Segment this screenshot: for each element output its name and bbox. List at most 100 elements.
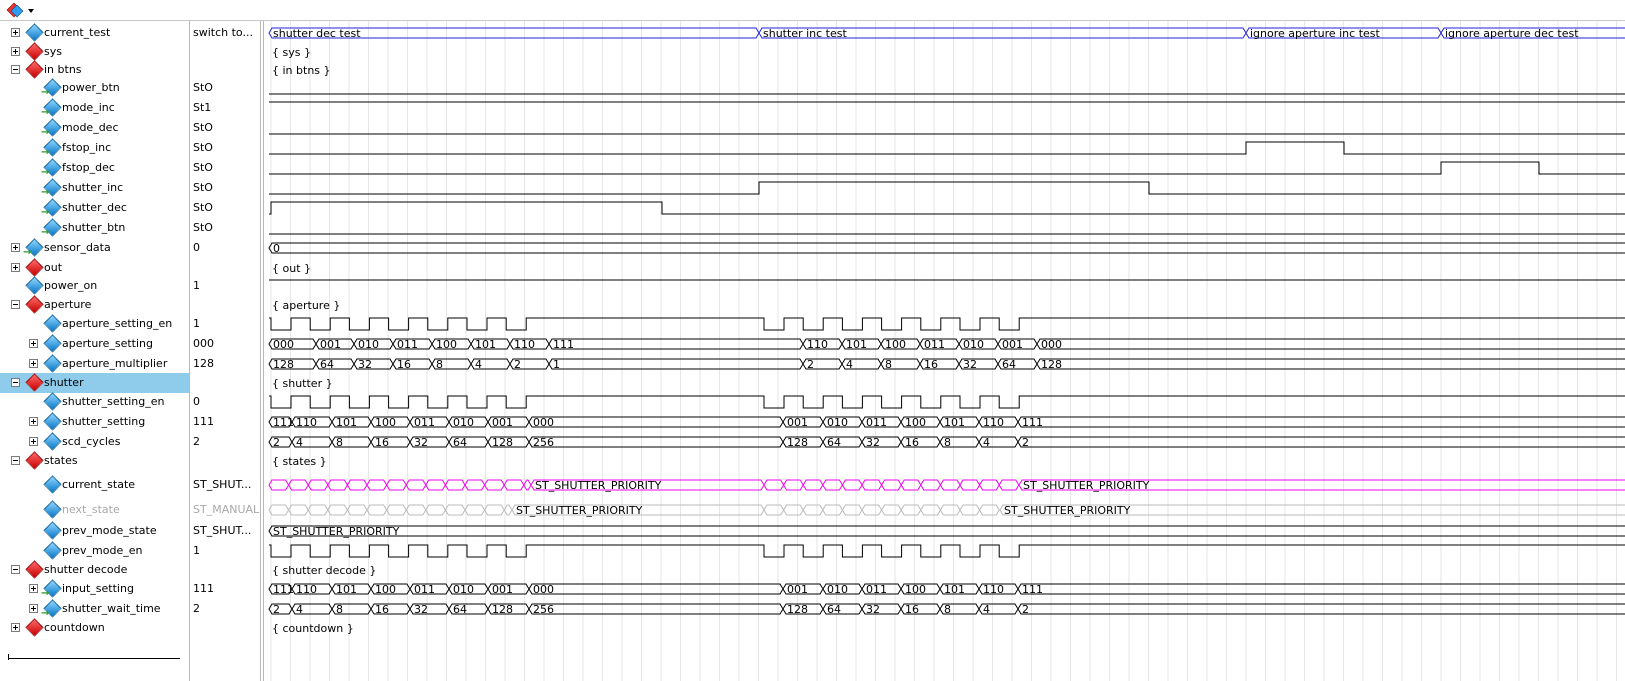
shutter-wait-time-bus-value: 16 <box>905 603 919 616</box>
current-state-bus-segment <box>484 479 505 491</box>
aperture-multiplier-bus-value: 2 <box>807 358 814 371</box>
shutter-wait-time-bus-value: 8 <box>944 603 951 616</box>
signal-row-in-btns[interactable]: in btns <box>0 60 189 80</box>
signal-row-scd-cycles[interactable]: scd_cycles <box>0 432 189 452</box>
signal-row-shutter[interactable]: shutter <box>0 373 189 393</box>
collapse-icon[interactable] <box>11 565 20 574</box>
waveform-pane[interactable]: { sys } { in btns } { out } { aperture } { s… <box>263 21 1625 681</box>
signal-row-shutter-wait-time[interactable]: → shutter_wait_time <box>0 599 189 619</box>
shutter-wait-time-bus-value: 4 <box>983 603 990 616</box>
signal-name: power_btn <box>62 81 120 94</box>
signal-row-next-state[interactable]: next_state <box>0 500 189 520</box>
signal-row-fstop-dec[interactable]: → fstop_dec <box>0 158 189 178</box>
aperture-setting-bus-value: 011 <box>924 338 945 351</box>
collapse-icon[interactable] <box>11 378 20 387</box>
signal-value: StO <box>193 181 213 194</box>
signal-name: shutter_inc <box>62 181 124 194</box>
shutter-setting-bus-value: 101 <box>944 416 965 429</box>
expand-icon[interactable] <box>11 263 20 272</box>
signal-row-aperture-multiplier[interactable]: aperture_multiplier <box>0 354 189 374</box>
signal-value-shutter-btn: StO <box>190 218 260 238</box>
expand-icon[interactable] <box>29 417 38 426</box>
expand-icon[interactable] <box>29 437 38 446</box>
signal-icon <box>43 541 62 560</box>
signal-row-sensor-data[interactable]: → sensor_data <box>0 238 189 258</box>
signal-row-aperture-setting[interactable]: aperture_setting <box>0 334 189 354</box>
expand-icon[interactable] <box>29 604 38 613</box>
current-state-bus-segment <box>822 479 843 491</box>
shutter-wait-time-bus-value: 2 <box>273 603 280 616</box>
shutter-setting-bus-value: 011 <box>866 416 887 429</box>
signal-row-power-on[interactable]: power_on <box>0 276 189 296</box>
signal-value: 1 <box>193 317 200 330</box>
scd-cycles-bus-value: 32 <box>414 436 428 449</box>
signal-row-shutter-decode[interactable]: shutter decode <box>0 560 189 580</box>
signal-row-shutter-btn[interactable]: → shutter_btn <box>0 218 189 238</box>
input-setting-bus-value: 110 <box>296 583 317 596</box>
signal-row-prev-mode-state[interactable]: prev_mode_state <box>0 521 189 541</box>
signal-icon <box>43 354 62 373</box>
signal-value-shutter <box>190 373 260 393</box>
signal-row-mode-dec[interactable]: → mode_dec <box>0 118 189 138</box>
signal-row-shutter-setting-en[interactable]: shutter_setting_en <box>0 392 189 412</box>
signal-row-aperture[interactable]: aperture <box>0 295 189 315</box>
signal-row-current-state[interactable]: current_state <box>0 475 189 495</box>
waveform-canvas[interactable]: { sys } { in btns } { out } { aperture } { s… <box>264 21 1625 681</box>
signal-name: shutter_dec <box>62 201 127 214</box>
signal-row-input-setting[interactable]: → input_setting <box>0 579 189 599</box>
signal-row-fstop-inc[interactable]: → fstop_inc <box>0 138 189 158</box>
signal-row-prev-mode-en[interactable]: prev_mode_en <box>0 541 189 561</box>
shutter-wait-time-bus-segment <box>528 603 784 615</box>
input-arrow-icon: → <box>41 87 50 98</box>
signal-group-menu-button[interactable] <box>5 2 37 18</box>
input-arrow-icon: → <box>41 147 50 158</box>
signal-value-input-setting: 111 <box>190 579 260 599</box>
scd-cycles-bus-value: 128 <box>787 436 808 449</box>
signal-name: mode_inc <box>62 101 115 114</box>
signal-value-power-on: 1 <box>190 276 260 296</box>
signal-name: sensor_data <box>44 241 111 254</box>
expand-icon[interactable] <box>11 28 20 37</box>
signal-row-sys[interactable]: sys <box>0 42 189 62</box>
states-group-label: { states } <box>272 455 327 468</box>
shutter-setting-bus-value: 001 <box>787 416 808 429</box>
signal-row-states[interactable]: states <box>0 451 189 471</box>
input-arrow-icon: → <box>41 127 50 138</box>
aperture-multiplier-bus-value: 16 <box>397 358 411 371</box>
expand-icon[interactable] <box>29 584 38 593</box>
aperture-multiplier-bus-value: 128 <box>1041 358 1062 371</box>
expand-icon[interactable] <box>11 47 20 56</box>
expand-icon[interactable] <box>29 359 38 368</box>
signal-row-power-btn[interactable]: → power_btn <box>0 78 189 98</box>
signal-name: mode_dec <box>62 121 119 134</box>
scd-cycles-bus-value: 4 <box>296 436 303 449</box>
signal-row-shutter-dec[interactable]: → shutter_dec <box>0 198 189 218</box>
signal-value: StO <box>193 81 213 94</box>
expand-icon[interactable] <box>11 623 20 632</box>
signal-row-shutter-setting[interactable]: shutter_setting <box>0 412 189 432</box>
signal-row-aperture-setting-en[interactable]: aperture_setting_en <box>0 314 189 334</box>
signal-value-mode-inc: St1 <box>190 98 260 118</box>
signal-row-current-test[interactable]: current_test <box>0 23 189 43</box>
signal-value: StO <box>193 201 213 214</box>
scd-cycles-bus-value: 8 <box>944 436 951 449</box>
collapse-icon[interactable] <box>11 456 20 465</box>
shutter-wait-time-bus-value: 64 <box>453 603 467 616</box>
signal-row-shutter-inc[interactable]: → shutter_inc <box>0 178 189 198</box>
scd-cycles-bus-value: 256 <box>533 436 554 449</box>
signal-row-mode-inc[interactable]: → mode_inc <box>0 98 189 118</box>
collapse-icon[interactable] <box>11 300 20 309</box>
collapse-icon[interactable] <box>11 65 20 74</box>
shutter-wait-time-bus-value: 16 <box>375 603 389 616</box>
signal-value: ST_SHUT... <box>193 524 252 537</box>
signal-row-countdown[interactable]: countdown <box>0 618 189 638</box>
expand-icon[interactable] <box>11 243 20 252</box>
expand-icon[interactable] <box>29 339 38 348</box>
aperture-multiplier-bus-value: 4 <box>846 358 853 371</box>
next-state-bus-segment <box>802 504 824 516</box>
signal-group-icon <box>25 42 44 61</box>
signal-name: shutter_wait_time <box>62 602 161 615</box>
scd-cycles-bus-value: 16 <box>375 436 389 449</box>
current-state-bus-segment <box>366 479 388 491</box>
signal-row-out[interactable]: out <box>0 258 189 278</box>
